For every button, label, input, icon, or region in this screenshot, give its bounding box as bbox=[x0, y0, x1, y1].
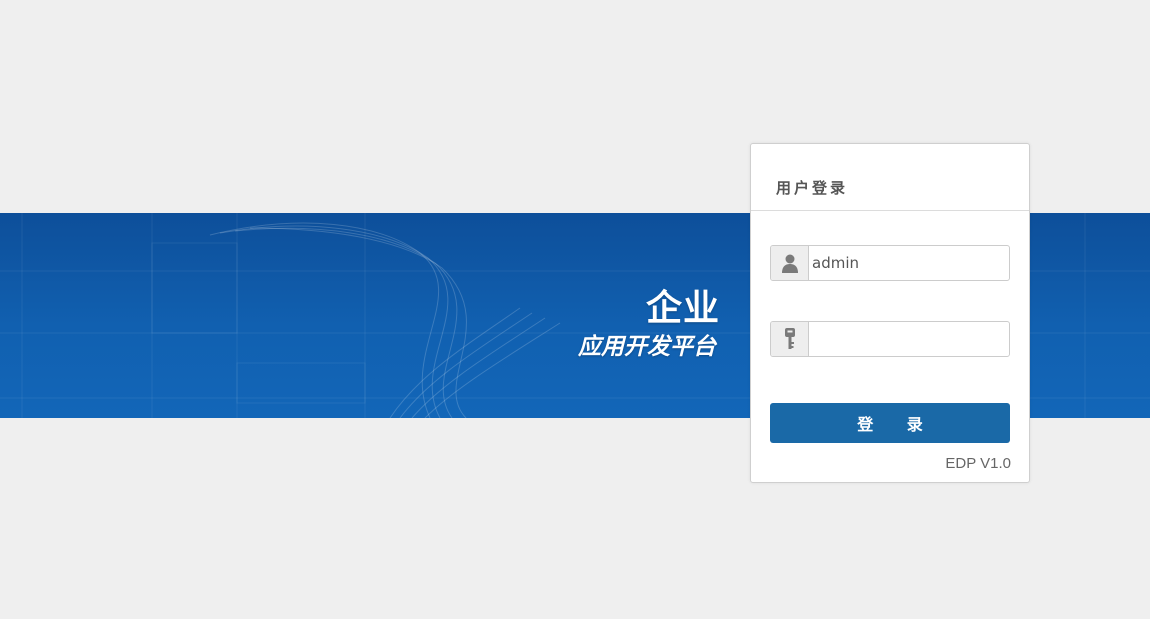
brand-subtitle: 应用开发平台 bbox=[578, 334, 716, 360]
password-input[interactable] bbox=[809, 322, 1009, 356]
login-button[interactable]: 登 录 bbox=[770, 403, 1010, 443]
login-panel-header: 用户登录 bbox=[751, 144, 1029, 211]
username-field bbox=[770, 245, 1010, 281]
login-title: 用户登录 bbox=[776, 179, 849, 197]
password-field bbox=[770, 321, 1010, 357]
key-icon bbox=[771, 322, 809, 356]
login-page: 企业 应用开发平台 用户登录 admin 登 录 EDP V1.0 bbox=[0, 0, 1150, 619]
login-panel: 用户登录 登 录 bbox=[750, 143, 1030, 483]
user-icon bbox=[771, 246, 809, 280]
brand-title: 企业 bbox=[645, 288, 720, 329]
version-label: EDP V1.0 bbox=[945, 455, 1011, 472]
username-input[interactable] bbox=[809, 246, 1009, 280]
